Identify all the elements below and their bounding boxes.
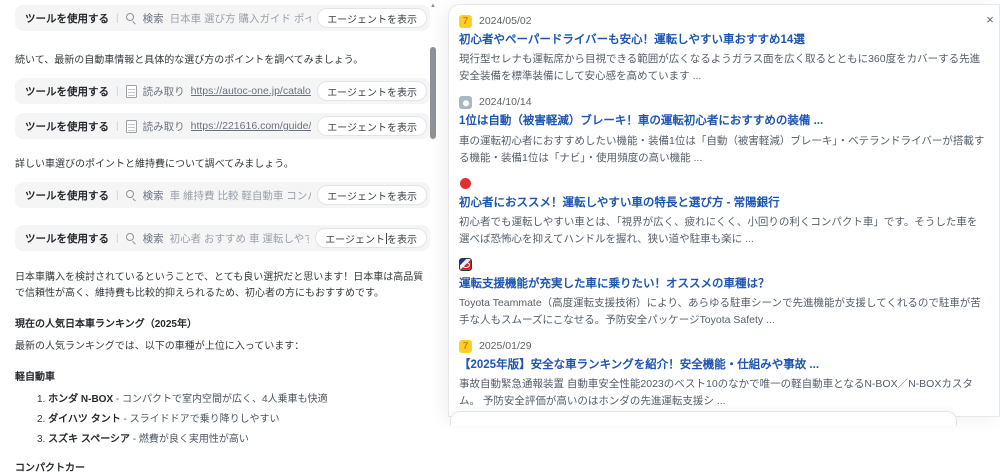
read-url-link[interactable]: https://221616.com/guide/beginner/: [191, 120, 312, 132]
favicon-yellow-7-icon: [459, 339, 472, 353]
tool-use-row-search-1[interactable]: ツールを使用する | 検索 日本車 選び方 購入ガイド ポイント エージェントを…: [15, 5, 430, 31]
result-title-link[interactable]: 【2025年版】安全な車ランキングを紹介！安全機能・仕組みや事故 ...: [459, 357, 987, 374]
assistant-message: 最新の人気ランキングでは、以下の車種が上位に入っています：: [15, 341, 305, 352]
rank-number: 2.: [37, 414, 46, 425]
result-title-link[interactable]: 運転支援機能が充実した車に乗りたい！オススメの車種は？: [459, 276, 987, 293]
read-url-link[interactable]: https://autoc-one.jp/catalog/ranking/: [191, 85, 312, 97]
favicon-toyota-oval-icon: [459, 258, 472, 272]
result-title-link[interactable]: 初心者やペーパードライバーも安心！運転しやすい車おすすめ14選: [459, 32, 987, 49]
search-result-item: 運転支援機能が充実した車に乗りたい！オススメの車種は？ Toyota Teamm…: [459, 257, 987, 329]
favicon-yellow-7-icon: [459, 14, 472, 28]
car-description: - コンパクトで室内空間が広く、4人乗車も快適: [115, 394, 328, 405]
tool-action-label: 検索: [142, 232, 164, 245]
show-agent-button-text: を表示: [387, 234, 417, 246]
scrollbar-thumb[interactable]: [430, 47, 436, 139]
assistant-message: 詳しい車選びのポイントと維持費について調べてみましょう。: [15, 159, 294, 170]
result-date: 2024/10/14: [479, 96, 532, 109]
kei-car-heading: 軽自動車: [15, 372, 55, 383]
search-query-text: 日本車 選び方 購入ガイド ポイント: [169, 12, 312, 25]
show-agent-button[interactable]: エージェントを表示: [317, 116, 427, 136]
car-name: スズキ スペーシア: [48, 434, 131, 445]
search-result-item: 2025/01/29 【2025年版】安全な車ランキングを紹介！安全機能・仕組み…: [459, 338, 987, 410]
result-title-link[interactable]: 1位は自動（被害軽減）ブレーキ！車の運転初心者におすすめの装備 ...: [459, 113, 987, 130]
search-icon: [125, 232, 137, 244]
scroll-up-arrow-icon[interactable]: ▲: [429, 2, 437, 10]
car-description: - 燃費が良く実用性が高い: [132, 434, 249, 445]
show-agent-button[interactable]: エージェントを表示: [317, 185, 427, 205]
tool-action-label: 検索: [142, 12, 164, 25]
tool-action-label: 読み取り: [142, 120, 185, 133]
tool-use-label: ツールを使用する: [25, 85, 109, 98]
close-icon[interactable]: ×: [982, 12, 998, 28]
result-snippet: 事故自動緊急通報装置 自動車安全性能2023のベスト10のなかで唯一の軽自動車と…: [459, 378, 973, 408]
tool-use-row-search-2[interactable]: ツールを使用する | 検索 車 維持費 比較 軽自動車 コンパクトカー SUV …: [15, 182, 430, 208]
show-agent-button-text: エージェント: [325, 234, 385, 246]
result-snippet: 現行型セレナも運転席から目視できる範囲が広くなるようガラス面を広く取るとともに3…: [459, 53, 981, 83]
chat-scrollbar[interactable]: ▲: [429, 0, 437, 417]
ranking-heading: 現在の人気日本車ランキング（2025年）: [15, 319, 197, 330]
tool-use-label: ツールを使用する: [25, 12, 109, 25]
compact-car-heading: コンパクトカー: [15, 463, 85, 474]
search-icon: [125, 189, 137, 201]
separator: |: [116, 85, 119, 97]
result-date: 2024/05/02: [479, 15, 532, 27]
result-snippet: Toyota Teammate（高度運転支援技術）により、あらゆる駐車シーンで先…: [459, 297, 981, 326]
search-query-text: 初心者 おすすめ 車 運転しやすい 安全装備: [169, 232, 310, 245]
car-name: ダイハツ タント: [48, 414, 121, 425]
search-query-text: 車 維持費 比較 軽自動車 コンパクトカー SUV ミニバン: [169, 189, 312, 202]
separator: |: [116, 120, 119, 132]
assistant-message: 日本車購入を検討されているということで、とても良い選択だと思います！日本車は高品…: [15, 272, 424, 299]
show-agent-button[interactable]: エージェントを表示: [317, 81, 427, 101]
separator: |: [116, 189, 119, 201]
car-description: - スライドドアで乗り降りしやすい: [123, 414, 280, 425]
result-snippet: 車の運転初心者におすすめしたい機能・装備1位は「自動（被害軽減）ブレーキ」・ベテ…: [459, 134, 985, 164]
bottom-floating-panel-edge: [450, 411, 957, 426]
separator: |: [116, 12, 119, 24]
assistant-message: 続いて、最新の自動車情報と具体的な選び方のポイントを調べてみましょう。: [15, 55, 364, 66]
list-item: 2. ダイハツ タント - スライドドアで乗り降りしやすい: [37, 410, 437, 430]
result-snippet: 初心者でも運転しやすい車とは、「視界が広く、疲れにくく、小回りの利くコンパクト車…: [459, 215, 978, 245]
tool-use-row-search-3[interactable]: ツールを使用する | 検索 初心者 おすすめ 車 運転しやすい 安全装備 エージ…: [15, 225, 430, 251]
search-result-item: 初心者におススメ！運転しやすい車の特長と選び方 - 常陽銀行 初心者でも運転しや…: [459, 176, 987, 248]
rank-number: 3.: [37, 434, 46, 445]
tool-use-label: ツールを使用する: [25, 232, 109, 245]
agent-chat-panel: ツールを使用する | 検索 日本車 選び方 購入ガイド ポイント エージェントを…: [0, 0, 437, 474]
search-result-item: 2024/10/14 1位は自動（被害軽減）ブレーキ！車の運転初心者におすすめの…: [459, 94, 987, 166]
separator: |: [116, 232, 119, 244]
list-item: 1. ホンダ N-BOX - コンパクトで室内空間が広く、4人乗車も快適: [37, 390, 437, 410]
favicon-bluegray-camera-icon: [459, 95, 472, 109]
tool-use-label: ツールを使用する: [25, 120, 109, 133]
tool-use-row-read-1[interactable]: ツールを使用する | 読み取り https://autoc-one.jp/cat…: [15, 78, 430, 104]
kei-car-ranking-list: 1. ホンダ N-BOX - コンパクトで室内空間が広く、4人乗車も快適 2. …: [15, 390, 437, 450]
search-icon: [125, 12, 137, 24]
document-icon: [125, 84, 137, 98]
tool-action-label: 読み取り: [142, 85, 185, 98]
show-agent-button[interactable]: エージェントを表示: [315, 228, 427, 248]
result-title-link[interactable]: 初心者におススメ！運転しやすい車の特長と選び方 - 常陽銀行: [459, 195, 987, 212]
tool-action-label: 検索: [142, 189, 164, 202]
rank-number: 1.: [37, 394, 46, 405]
list-item: 3. スズキ スペーシア - 燃費が良く実用性が高い: [37, 430, 437, 450]
search-results-panel: × 2024/05/02 初心者やペーパードライバーも安心！運転しやすい車おすす…: [448, 4, 1000, 417]
search-result-item: 2024/05/02 初心者やペーパードライバーも安心！運転しやすい車おすすめ1…: [459, 13, 987, 85]
car-name: ホンダ N-BOX: [48, 394, 114, 405]
tool-use-row-read-2[interactable]: ツールを使用する | 読み取り https://221616.com/guide…: [15, 113, 430, 139]
favicon-red-circle-icon: [460, 178, 471, 189]
document-icon: [125, 119, 137, 133]
tool-use-label: ツールを使用する: [25, 189, 109, 202]
show-agent-button[interactable]: エージェントを表示: [317, 8, 427, 28]
result-date: 2025/01/29: [479, 340, 532, 352]
